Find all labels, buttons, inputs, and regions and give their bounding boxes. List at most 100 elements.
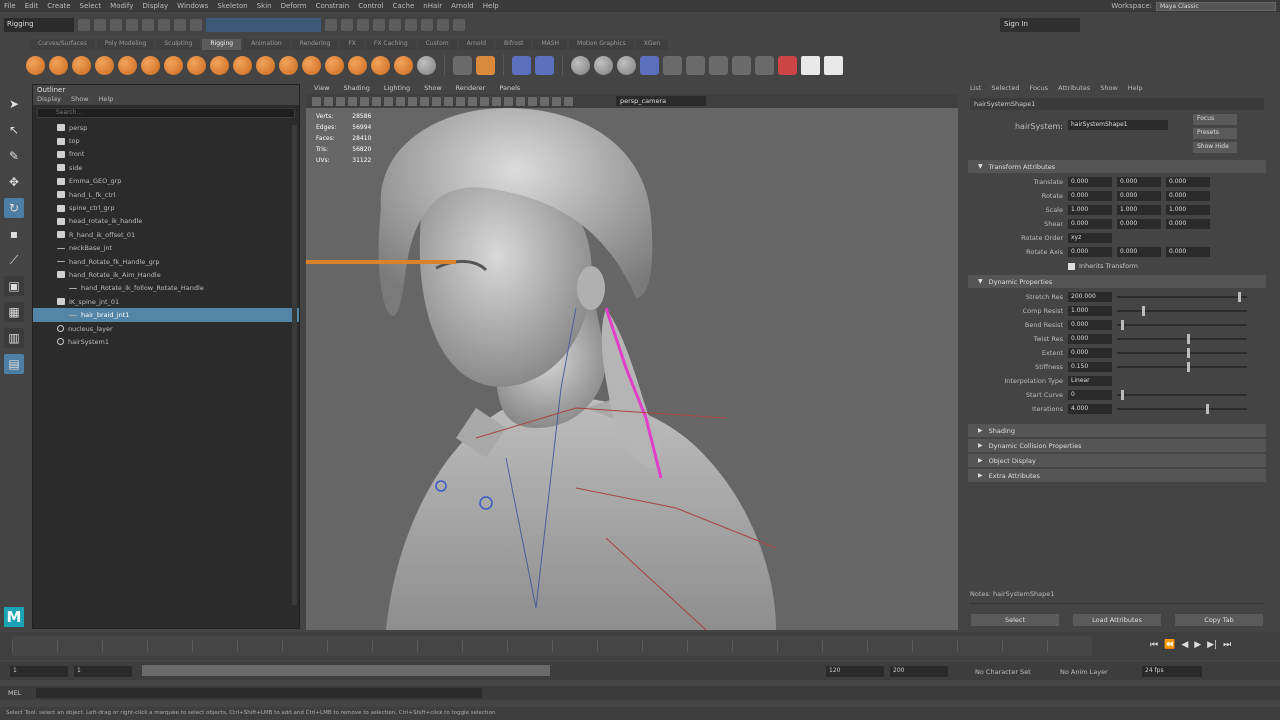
outliner-row[interactable]: hair_braid_jnt1 (33, 308, 299, 322)
shelf-tab-rendering[interactable]: Rendering (291, 39, 339, 50)
attr-menu-list[interactable]: List (970, 84, 981, 94)
shelf-tab-custom[interactable]: Custom (417, 39, 457, 50)
render-settings-icon[interactable] (437, 19, 449, 31)
slider-knob[interactable] (1186, 334, 1190, 344)
node-name-field[interactable]: hairSystemShape1 (1068, 120, 1168, 130)
transform-field[interactable]: 0.000 (1068, 177, 1112, 187)
outliner-row[interactable]: R_hand_ik_offset_01 (33, 228, 299, 241)
node-tab[interactable]: hairSystemShape1 (970, 98, 1264, 110)
create-joint-icon[interactable] (26, 55, 45, 75)
delete-cache-icon[interactable] (778, 55, 797, 75)
smooth-shade-icon[interactable] (408, 96, 417, 106)
selection-mask-field[interactable] (206, 18, 321, 32)
orient-constraint-icon[interactable] (371, 55, 390, 75)
hair-system-icon[interactable] (594, 55, 613, 75)
last-tool-icon[interactable]: ⟋ (4, 250, 24, 270)
snap-grid-icon[interactable] (325, 19, 337, 31)
image-plane-icon[interactable] (348, 96, 357, 106)
wireframe-on-shaded-icon[interactable] (420, 96, 429, 106)
transform-field[interactable]: 0.000 (1166, 177, 1210, 187)
cache-icon[interactable] (732, 55, 751, 75)
wrap-icon[interactable] (302, 55, 321, 75)
slider-knob[interactable] (1142, 306, 1146, 316)
select-object-icon[interactable] (174, 19, 186, 31)
collapsed-section[interactable]: ▶ Shading (968, 424, 1266, 437)
ik-handle-icon[interactable] (118, 55, 137, 75)
load-attributes-button[interactable]: Load Attributes (1073, 614, 1161, 626)
attr-menu-attributes[interactable]: Attributes (1058, 84, 1090, 94)
wire-icon[interactable] (325, 55, 344, 75)
dynamic-attr-field[interactable]: 0.000 (1068, 348, 1112, 358)
single-view-icon[interactable]: ▣ (4, 276, 24, 296)
dynamic-attr-slider[interactable] (1117, 334, 1247, 344)
outliner-row[interactable]: side (33, 161, 299, 174)
outliner-row[interactable]: IK_spine_jnt_01 (33, 295, 299, 308)
aim-constraint-icon[interactable] (394, 55, 413, 75)
menu-nhair[interactable]: nHair (423, 2, 442, 10)
group-icon[interactable] (476, 55, 495, 75)
outliner-search-input[interactable]: Search... (37, 108, 295, 118)
transform-field[interactable]: 0.000 (1117, 177, 1161, 187)
shelf-tab-motion-graphics[interactable]: Motion Graphics (569, 39, 634, 50)
transform-field[interactable]: 0.000 (1166, 191, 1210, 201)
rotate-order-dropdown[interactable]: xyz (1068, 233, 1112, 243)
shelf-tab-sculpting[interactable]: Sculpting (156, 39, 201, 50)
component-editor-icon[interactable] (512, 55, 531, 75)
snap-point-icon[interactable] (357, 19, 369, 31)
outliner-row[interactable]: nucleus_layer (33, 322, 299, 335)
camera-dropdown[interactable]: persp_camera (616, 96, 706, 106)
dynamic-attr-slider[interactable] (1117, 306, 1247, 316)
ambient-occlusion-icon[interactable] (468, 96, 477, 106)
transform-section-header[interactable]: ▼ Transform Attributes (968, 160, 1266, 173)
attr-menu-focus[interactable]: Focus (1030, 84, 1049, 94)
dynamic-attr-field[interactable]: 0.000 (1068, 320, 1112, 330)
mel-label[interactable]: MEL (8, 689, 21, 697)
depth-of-field-icon[interactable] (504, 96, 513, 106)
rotate-tool-icon[interactable]: ↻ (4, 198, 24, 218)
outliner-row[interactable]: neckBase_jnt (33, 242, 299, 255)
select-tool-icon[interactable]: ➤ (4, 94, 24, 114)
menu-select[interactable]: Select (80, 2, 102, 10)
shelf-tab-mash[interactable]: MASH (533, 39, 568, 50)
point-constraint-icon[interactable] (348, 55, 367, 75)
shelf-tab-fx-caching[interactable]: FX Caching (365, 39, 416, 50)
menu-file[interactable]: File (4, 2, 16, 10)
bookmark-icon[interactable] (336, 96, 345, 106)
shelf-tab-fx[interactable]: FX (340, 39, 364, 50)
orient-joint-icon[interactable] (95, 55, 114, 75)
ik-spline-icon[interactable] (141, 55, 160, 75)
rotate-axis-y[interactable]: 0.000 (1117, 247, 1161, 257)
outliner-menu-show[interactable]: Show (71, 95, 89, 105)
locator-icon[interactable] (453, 55, 472, 75)
viewport-menu-show[interactable]: Show (424, 84, 442, 94)
command-input[interactable] (36, 688, 482, 698)
transform-field[interactable]: 0.000 (1117, 219, 1161, 229)
lattice-icon[interactable] (256, 55, 275, 75)
dynamics-section-header[interactable]: ▼ Dynamic Properties (968, 275, 1266, 288)
transform-field[interactable]: 1.000 (1068, 205, 1112, 215)
viewport-menu-shading[interactable]: Shading (343, 84, 369, 94)
shelf-tab-poly[interactable]: Poly Modeling (96, 39, 155, 50)
menu-constrain[interactable]: Constrain (316, 2, 350, 10)
scale-tool-icon[interactable]: ▪ (4, 224, 24, 244)
wireframe-icon[interactable] (396, 96, 405, 106)
new-scene-icon[interactable] (78, 19, 90, 31)
dynamic-attr-field[interactable]: 200.000 (1068, 292, 1112, 302)
viewport-menu-view[interactable]: View (314, 84, 329, 94)
outliner-row[interactable]: hand_Rotate_ik_Aim_Handle (33, 268, 299, 281)
outliner-row[interactable]: spine_ctrl_grp (33, 201, 299, 214)
outliner-row[interactable]: front (33, 148, 299, 161)
sign-in-button[interactable]: Sign In (1000, 18, 1080, 32)
start-curve-slider[interactable] (1117, 390, 1247, 400)
save-scene-icon[interactable] (110, 19, 122, 31)
select-hierarchy-icon[interactable] (158, 19, 170, 31)
motion-blur-icon[interactable] (480, 96, 489, 106)
two-view-icon[interactable]: ▥ (4, 328, 24, 348)
film-gate-icon[interactable] (372, 96, 381, 106)
viewport-menu-lighting[interactable]: Lighting (384, 84, 410, 94)
gamma-icon[interactable] (564, 96, 573, 106)
copy-tab-button[interactable]: Copy Tab (1175, 614, 1263, 626)
menu-cache[interactable]: Cache (393, 2, 415, 10)
go-to-end-icon[interactable]: ⏭ (1223, 640, 1231, 650)
anim-layer-label[interactable]: No Anim Layer (1060, 668, 1108, 676)
